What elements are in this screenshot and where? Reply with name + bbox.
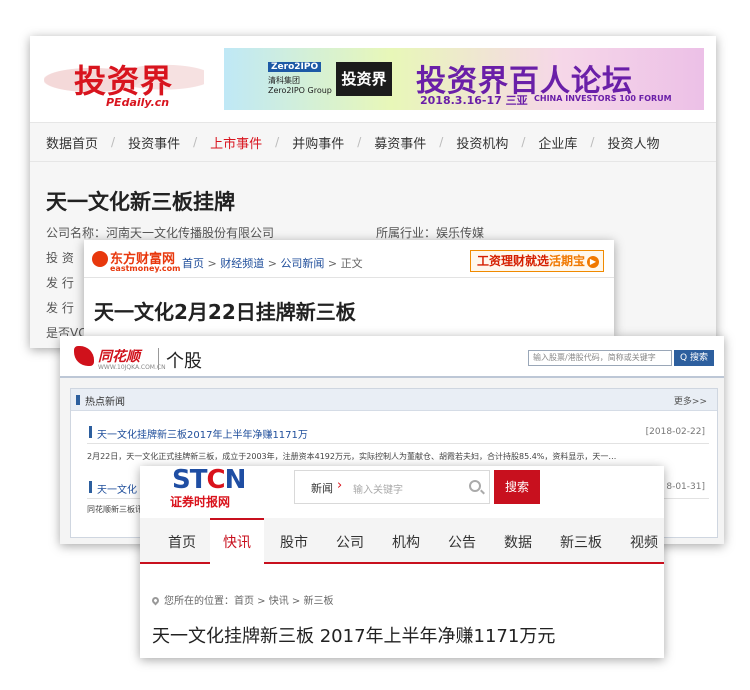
nav-item-home[interactable]: 首页 — [168, 532, 196, 552]
article-title: 天一文化2月22日挂牌新三板 — [94, 300, 356, 324]
issue-field-1: 发 行 — [46, 276, 74, 290]
more-link[interactable]: 更多>> — [674, 394, 707, 407]
nav-item-institutions[interactable]: 投资机构 — [456, 133, 508, 152]
ad-banner[interactable]: 工资理财就选活期宝 ▶ — [469, 250, 604, 272]
ths-header: 同花顺 WWW.10JQKA.COM.CN 个股 输入股票/港股代码，简称或关键… — [60, 336, 724, 378]
eastmoney-screenshot: 东方财富网 eastmoney.com 首页 > 财经频道 > 公司新闻 > 正… — [84, 240, 614, 336]
eastmoney-header: 东方财富网 eastmoney.com 首页 > 财经频道 > 公司新闻 > 正… — [84, 240, 614, 278]
search-button[interactable]: 搜索 — [494, 470, 540, 504]
news-summary: 2月22日，天一文化正式挂牌新三板，成立于2003年，注册资本4192万元，实际… — [87, 452, 617, 461]
nav-item-stocks[interactable]: 股市 — [280, 532, 308, 552]
divider — [87, 443, 709, 444]
news-title[interactable]: 天一文化挂牌新三板2017年上半年净赚1171万 — [97, 426, 308, 441]
ad-text: 工资理财就选 — [476, 254, 549, 268]
breadcrumb: 首页 > 财经频道 > 公司新闻 > 正文 — [182, 257, 363, 270]
nav-item-announcements[interactable]: 公告 — [448, 532, 476, 552]
stcn-logo[interactable]: STCN 证券时报网 — [168, 466, 258, 509]
divider — [158, 348, 159, 370]
issue-field-2: 发 行 — [46, 301, 74, 315]
location-breadcrumb: 您所在的位置：首页 > 快讯 > 新三板 — [150, 592, 334, 607]
search-button[interactable]: Q 搜索 — [674, 350, 714, 366]
nav-item-mna[interactable]: 并购事件 — [292, 133, 344, 152]
nav-item-ipo[interactable]: 上市事件 — [210, 133, 262, 152]
panel-title: 热点新闻 — [85, 397, 125, 408]
news-date: 8-01-31] — [666, 482, 705, 492]
nav-item-flash[interactable]: 快讯 — [210, 518, 264, 564]
article-title: 天一文化挂牌新三板 2017年上半年净赚1171万元 — [152, 626, 556, 647]
location-text: 您所在的位置：首页 > 快讯 > 新三板 — [164, 596, 334, 607]
pedaily-nav: 数据首页 / 投资事件 / 上市事件 / 并购事件 / 募资事件 / 投资机构 / 企业库 /… — [30, 122, 716, 162]
eastmoney-mark-icon — [92, 251, 108, 267]
nav-item-fundraising[interactable]: 募资事件 — [374, 133, 426, 152]
ths-logo-cn: 同花顺 — [98, 349, 140, 365]
pedaily-logo[interactable]: 投资界 PEdaily.cn — [44, 46, 210, 116]
company-name-field: 公司名称：河南天一文化传播股份有限公司 — [46, 226, 275, 240]
news-summary: 同花顺新三板讯 — [87, 505, 143, 514]
forum-banner[interactable]: Zero2IPO 清科集团 Zero2IPO Group 投资界 投资界百人论坛… — [224, 48, 704, 110]
arrow-right-icon: ▶ — [587, 256, 599, 268]
ths-logo-en: WWW.10JQKA.COM.CN — [98, 364, 166, 371]
panel-bar-icon — [76, 395, 80, 405]
stcn-logo-en: STCN — [172, 466, 246, 495]
banner-date: 2018.3.16-17 三亚 — [420, 94, 528, 107]
search-icon[interactable] — [469, 480, 481, 492]
banner-zero2ipo: Zero2IPO — [268, 62, 322, 72]
panel-header: 热点新闻 更多>> — [71, 389, 717, 411]
ths-logo[interactable]: 同花顺 WWW.10JQKA.COM.CN — [74, 346, 166, 374]
banner-logo: 投资界 — [336, 62, 392, 96]
stcn-nav: 首页 快讯 股市 公司 机构 公告 数据 新三板 视频 — [140, 518, 664, 564]
nav-item-people[interactable]: 投资人物 — [607, 133, 659, 152]
breadcrumb-home[interactable]: 首页 — [182, 257, 204, 270]
investor-field: 投 资 — [46, 251, 74, 265]
search-box: 新闻 › 输入关键字 — [294, 470, 490, 504]
search-input[interactable]: 输入关键字 — [353, 481, 403, 496]
stock-search-input[interactable]: 输入股票/港股代码，简称或关键字 — [528, 350, 672, 366]
nav-item-video[interactable]: 视频 — [630, 532, 658, 552]
nav-item-company[interactable]: 公司 — [336, 532, 364, 552]
stcn-screenshot: STCN 证券时报网 新闻 › 输入关键字 搜索 首页 快讯 股市 公司 机构 … — [140, 466, 664, 658]
banner-group: 清科集团 Zero2IPO Group — [268, 76, 332, 95]
breadcrumb-company-news[interactable]: 公司新闻 — [280, 257, 324, 270]
breadcrumb-finance[interactable]: 财经频道 — [220, 257, 264, 270]
pedaily-header: 投资界 PEdaily.cn Zero2IPO 清科集团 Zero2IPO Gr… — [30, 36, 716, 122]
breadcrumb-current: 正文 — [340, 257, 363, 270]
location-pin-icon — [150, 595, 161, 606]
section-title: 个股 — [166, 351, 202, 372]
eastmoney-logo-en: eastmoney.com — [110, 264, 181, 273]
nav-item-institutions[interactable]: 机构 — [392, 532, 420, 552]
nav-item-neeq[interactable]: 新三板 — [560, 532, 602, 552]
banner-subtitle: CHINA INVESTORS 100 FORUM — [534, 94, 672, 103]
chevron-right-icon: › — [337, 478, 343, 493]
stcn-logo-cn: 证券时报网 — [170, 495, 231, 509]
search-category-select[interactable]: 新闻 — [311, 480, 333, 496]
nav-item-investment[interactable]: 投资事件 — [128, 133, 180, 152]
ad-highlight: 活期宝 — [548, 254, 585, 268]
news-title[interactable]: 天一文化 — [97, 481, 137, 496]
news-bullet-icon — [89, 481, 92, 493]
industry-field: 所属行业：娱乐传媒 — [376, 226, 485, 240]
page-title: 天一文化新三板挂牌 — [46, 190, 235, 214]
nav-item-data[interactable]: 数据 — [504, 532, 532, 552]
news-bullet-icon — [89, 426, 92, 438]
eastmoney-logo[interactable]: 东方财富网 eastmoney.com — [92, 248, 184, 274]
nav-item-companies[interactable]: 企业库 — [538, 133, 577, 152]
news-date: [2018-02-22] — [645, 427, 705, 437]
pedaily-logo-en: PEdaily.cn — [106, 96, 170, 109]
ths-mark-icon — [74, 346, 94, 366]
nav-item-data-home[interactable]: 数据首页 — [46, 133, 98, 152]
